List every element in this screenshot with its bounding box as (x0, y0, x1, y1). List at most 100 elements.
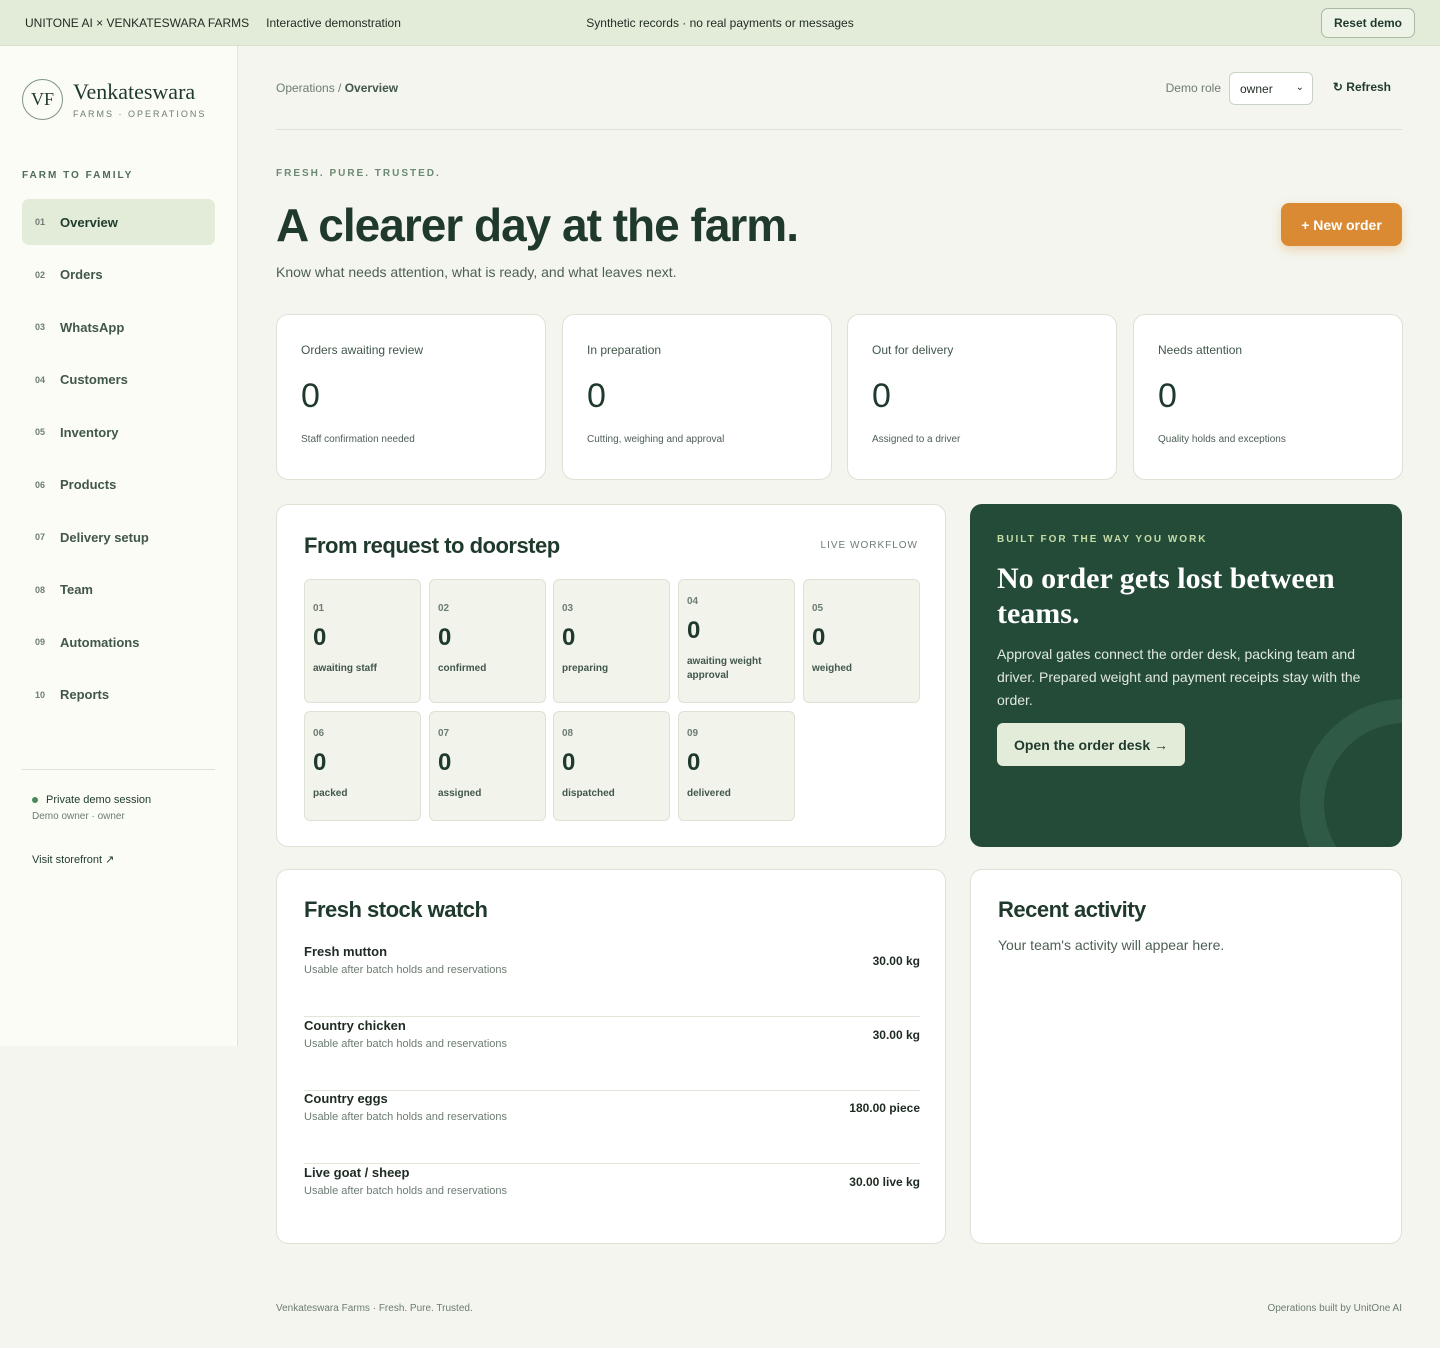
stock-note: Usable after batch holds and reservation… (304, 1185, 508, 1197)
stat-title: In preparation (587, 343, 662, 357)
workflow-step[interactable]: 05 0 weighed (803, 579, 920, 703)
stat-card-awaiting-review[interactable]: Orders awaiting review 0 Staff confirmat… (276, 314, 546, 480)
demo-role-label: Demo role (1165, 81, 1221, 95)
stock-note: Usable after batch holds and reservation… (304, 1111, 508, 1123)
step-label: awaiting weight approval (687, 656, 762, 681)
workflow-panel: From request to doorstep LIVE WORKFLOW 0… (276, 504, 946, 847)
nav-number: 05 (35, 427, 46, 437)
nav-number: 01 (35, 217, 46, 227)
nav-label: Automations (60, 634, 140, 650)
reset-demo-button[interactable]: Reset demo (1320, 7, 1415, 38)
decorative-ring (1300, 699, 1402, 847)
stock-row[interactable]: Country chicken Usable after batch holds… (304, 1018, 920, 1091)
sidebar-item-delivery-setup[interactable]: 07 Delivery setup (22, 514, 215, 560)
stat-description: Cutting, weighing and approval (587, 434, 725, 445)
step-count: 0 (438, 749, 452, 776)
workflow-step[interactable]: 08 0 dispatched (553, 711, 670, 821)
step-count: 0 (562, 749, 576, 776)
logo-subtitle: FARMS · OPERATIONS (73, 109, 207, 119)
step-number: 03 (562, 603, 574, 614)
stat-card-in-preparation[interactable]: In preparation 0 Cutting, weighing and a… (562, 314, 832, 480)
nav-label: Delivery setup (60, 529, 149, 545)
nav-number: 04 (35, 374, 46, 385)
nav-number: 07 (35, 532, 46, 542)
sidebar: VF Venkateswara FARMS · OPERATIONS FARM … (0, 46, 238, 1046)
sidebar-item-reports[interactable]: 10 Reports (22, 672, 215, 718)
step-label: dispatched (562, 788, 615, 799)
nav-label: Inventory (60, 424, 119, 440)
step-label: assigned (438, 788, 482, 799)
sidebar-item-overview[interactable]: 01 Overview (22, 199, 215, 245)
workflow-step[interactable]: 06 0 packed (304, 711, 421, 821)
step-label: preparing (562, 663, 609, 674)
demo-role-select[interactable]: owner ⌄ (1229, 72, 1313, 105)
workflow-step[interactable]: 09 0 delivered (678, 711, 795, 821)
stat-card-out-for-delivery[interactable]: Out for delivery 0 Assigned to a driver (847, 314, 1117, 480)
sidebar-nav: 01 Overview 02 Orders 03 WhatsApp 04 Cus… (22, 199, 215, 724)
sidebar-item-automations[interactable]: 09 Automations (22, 619, 215, 665)
breadcrumb: Operations / Overview (276, 81, 398, 95)
workflow-step[interactable]: 01 0 awaiting staff (304, 579, 421, 703)
promo-panel: BUILT FOR THE WAY YOU WORK No order gets… (970, 504, 1402, 847)
nav-label: Customers (60, 372, 128, 387)
step-number: 06 (313, 728, 325, 739)
sidebar-item-team[interactable]: 08 Team (22, 567, 215, 613)
open-order-desk-button[interactable]: Open the order desk → (997, 723, 1185, 766)
step-label: confirmed (438, 663, 487, 674)
page-subtitle: Know what needs attention, what is ready… (276, 264, 677, 280)
demo-banner: UNITONE AI × VENKATESWARA FARMS Interact… (0, 0, 1440, 46)
sidebar-item-whatsapp[interactable]: 03 WhatsApp (22, 304, 215, 350)
footer-tagline: Venkateswara Farms · Fresh. Pure. Truste… (276, 1303, 473, 1314)
stat-value: 0 (301, 377, 320, 415)
step-number: 01 (313, 603, 325, 614)
nav-label: Orders (60, 267, 103, 282)
stat-title: Orders awaiting review (301, 343, 424, 357)
stock-title: Fresh stock watch (304, 897, 488, 922)
workflow-step[interactable]: 07 0 assigned (429, 711, 546, 821)
stock-row[interactable]: Country eggs Usable after batch holds an… (304, 1091, 920, 1164)
stock-note: Usable after batch holds and reservation… (304, 1038, 508, 1050)
logo[interactable]: VF Venkateswara FARMS · OPERATIONS (22, 79, 206, 120)
stock-row[interactable]: Fresh mutton Usable after batch holds an… (304, 944, 920, 1017)
nav-label: Products (60, 477, 117, 492)
banner-brand: UNITONE AI × VENKATESWARA FARMS (25, 15, 250, 30)
nav-number: 02 (35, 269, 46, 280)
stat-description: Assigned to a driver (872, 434, 961, 445)
workflow-step[interactable]: 02 0 confirmed (429, 579, 546, 703)
visit-storefront-link[interactable]: Visit storefront ↗ (32, 853, 114, 866)
step-number: 09 (687, 728, 699, 739)
breadcrumb-current: Overview (344, 81, 399, 95)
stat-value: 0 (872, 377, 891, 415)
step-count: 0 (687, 617, 701, 644)
hero-eyebrow: FRESH. PURE. TRUSTED. (276, 168, 441, 179)
stock-panel: Fresh stock watch Fresh mutton Usable af… (276, 869, 946, 1244)
sidebar-item-orders[interactable]: 02 Orders (22, 252, 215, 298)
step-count: 0 (313, 749, 327, 776)
new-order-button[interactable]: + New order (1281, 203, 1402, 246)
refresh-button[interactable]: ↻ Refresh (1333, 80, 1391, 94)
header-divider (276, 129, 1402, 130)
nav-number: 09 (35, 637, 46, 647)
workflow-step[interactable]: 04 0 awaiting weight approval (678, 579, 795, 703)
step-count: 0 (812, 624, 826, 651)
step-label: awaiting staff (313, 663, 377, 674)
stock-name: Fresh mutton (304, 944, 388, 959)
footer-credit: Operations built by UnitOne AI (1267, 1303, 1402, 1314)
stock-name: Country eggs (304, 1091, 388, 1106)
activity-title: Recent activity (998, 897, 1146, 922)
sidebar-caption: FARM TO FAMILY (22, 170, 134, 181)
breadcrumb-parent[interactable]: Operations / (276, 81, 341, 95)
step-number: 05 (812, 603, 824, 614)
page-title: A clearer day at the farm. (276, 199, 799, 251)
step-number: 08 (562, 728, 574, 739)
sidebar-item-customers[interactable]: 04 Customers (22, 357, 215, 403)
stock-quantity: 30.00 live kg (849, 1175, 920, 1189)
nav-number: 10 (35, 689, 46, 700)
step-number: 07 (438, 728, 450, 739)
stat-title: Needs attention (1158, 343, 1243, 357)
stat-card-needs-attention[interactable]: Needs attention 0 Quality holds and exce… (1133, 314, 1403, 480)
sidebar-item-inventory[interactable]: 05 Inventory (22, 409, 215, 455)
workflow-step[interactable]: 03 0 preparing (553, 579, 670, 703)
stock-row[interactable]: Live goat / sheep Usable after batch hol… (304, 1165, 920, 1238)
sidebar-item-products[interactable]: 06 Products (22, 462, 215, 508)
